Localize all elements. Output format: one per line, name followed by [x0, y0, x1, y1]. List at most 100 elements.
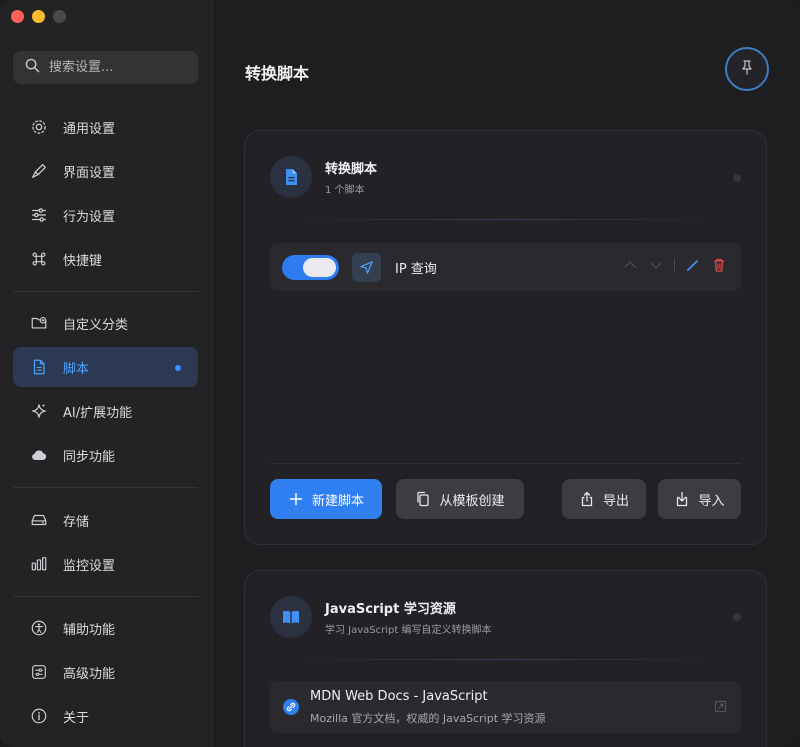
move-up-button[interactable] [622, 257, 638, 273]
sidebar-item-about[interactable]: 关于 [13, 696, 198, 736]
import-icon [677, 491, 688, 507]
zoom-window-button[interactable] [53, 10, 66, 23]
folder-plus-icon [29, 313, 49, 333]
sparkles-icon [29, 401, 49, 421]
scripts-card-header: 转换脚本 1 个脚本 [270, 156, 377, 198]
button-label: 从模板创建 [439, 493, 505, 509]
card-separator [285, 219, 726, 220]
minimize-window-button[interactable] [32, 10, 45, 23]
trash-icon [714, 258, 724, 272]
sidebar-item-label: 脚本 [63, 361, 90, 377]
gear-icon [29, 117, 49, 137]
location-arrow-icon [352, 252, 381, 282]
edit-button[interactable] [685, 257, 701, 273]
script-row-actions [622, 257, 727, 273]
resources-card-header: JavaScript 学习资源 学习 JavaScript 编写自定义转换脚本 [270, 596, 491, 638]
sliders-icon [29, 205, 49, 225]
sidebar-item-label: 辅助功能 [63, 622, 116, 638]
sidebar-item-custom-categories[interactable]: 自定义分类 [13, 303, 198, 343]
button-label: 导出 [602, 493, 629, 509]
scripts-card: 转换脚本 1 个脚本 IP 查询 新建脚本 从模板创建 导出 导入 [244, 130, 767, 545]
page-title: 转换脚本 [245, 64, 310, 83]
document-icon [29, 357, 49, 377]
sidebar: 通用设置 界面设置 行为设置 快捷键 自定义分类 [0, 0, 213, 747]
import-button[interactable]: 导入 [658, 479, 741, 519]
button-label: 导入 [698, 493, 725, 509]
sidebar-item-scripts[interactable]: 脚本 [13, 347, 198, 387]
sidebar-item-label: 界面设置 [63, 165, 116, 181]
sidebar-item-label: 自定义分类 [63, 317, 129, 333]
chevron-down-icon [650, 262, 662, 269]
button-label: 新建脚本 [311, 493, 364, 509]
cloud-icon [29, 445, 49, 465]
advanced-icon [29, 662, 49, 682]
sidebar-divider [13, 487, 198, 488]
sidebar-item-label: 存储 [63, 514, 90, 530]
card-subtitle: 1 个脚本 [325, 185, 365, 196]
info-icon [29, 706, 49, 726]
chevron-up-icon [624, 261, 636, 268]
sidebar-item-shortcuts[interactable]: 快捷键 [13, 239, 198, 279]
actions-divider [674, 257, 675, 273]
sidebar-item-ai-extensions[interactable]: AI/扩展功能 [13, 391, 198, 431]
script-row[interactable]: IP 查询 [270, 243, 741, 291]
move-down-button[interactable] [648, 257, 664, 273]
brush-icon [29, 161, 49, 181]
card-subtitle: 学习 JavaScript 编写自定义转换脚本 [325, 625, 492, 636]
sidebar-item-sync[interactable]: 同步功能 [13, 435, 198, 475]
create-from-template-button[interactable]: 从模板创建 [396, 479, 524, 519]
window-controls [11, 10, 66, 23]
sidebar-item-advanced[interactable]: 高级功能 [13, 652, 198, 692]
resource-title: MDN Web Docs - JavaScript [310, 689, 488, 704]
copy-icon [417, 491, 430, 507]
pin-icon [739, 59, 755, 79]
sidebar-item-label: AI/扩展功能 [63, 405, 133, 421]
sidebar-item-accessibility[interactable]: 辅助功能 [13, 608, 198, 648]
sidebar-item-label: 监控设置 [63, 558, 116, 574]
app-window: 通用设置 界面设置 行为设置 快捷键 自定义分类 [0, 0, 800, 747]
sidebar-item-interface[interactable]: 界面设置 [13, 151, 198, 191]
search-box[interactable] [13, 51, 198, 84]
card-footer-separator [270, 463, 741, 464]
sidebar-item-label: 行为设置 [63, 209, 116, 225]
search-input[interactable] [49, 60, 189, 75]
card-separator [285, 659, 726, 660]
sidebar-item-label: 关于 [63, 710, 90, 726]
pin-button[interactable] [725, 47, 769, 91]
search-icon [25, 58, 40, 77]
resources-card: JavaScript 学习资源 学习 JavaScript 编写自定义转换脚本 … [244, 570, 767, 747]
plus-icon [289, 492, 303, 506]
accessibility-icon [29, 618, 49, 638]
sidebar-divider [13, 596, 198, 597]
script-enable-toggle[interactable] [282, 254, 339, 280]
new-script-button[interactable]: 新建脚本 [270, 479, 382, 519]
export-icon [581, 491, 593, 507]
toggle-knob [303, 257, 336, 277]
sidebar-item-behavior[interactable]: 行为设置 [13, 195, 198, 235]
status-dot [733, 174, 741, 182]
book-icon [270, 596, 312, 638]
sidebar-item-label: 快捷键 [63, 253, 103, 269]
external-link-icon [714, 700, 727, 713]
drive-icon [29, 510, 49, 530]
resource-link-mdn[interactable]: MDN Web Docs - JavaScript Mozilla 官方文档，权… [270, 681, 741, 733]
link-icon [283, 699, 299, 715]
card-title: JavaScript 学习资源 [325, 602, 456, 617]
resource-description: Mozilla 官方文档，权威的 JavaScript 学习资源 [310, 712, 546, 725]
sidebar-item-monitoring[interactable]: 监控设置 [13, 544, 198, 584]
pencil-icon [686, 260, 698, 271]
sidebar-item-general[interactable]: 通用设置 [13, 107, 198, 147]
script-name: IP 查询 [395, 261, 437, 277]
bars-icon [29, 554, 49, 574]
status-dot [733, 613, 741, 621]
sidebar-item-label: 高级功能 [63, 666, 116, 682]
command-icon [29, 249, 49, 269]
sidebar-item-storage[interactable]: 存储 [13, 500, 198, 540]
active-indicator-dot [175, 365, 181, 371]
card-title: 转换脚本 [325, 162, 378, 177]
export-button[interactable]: 导出 [562, 479, 646, 519]
delete-button[interactable] [711, 257, 727, 273]
sidebar-item-label: 通用设置 [63, 121, 116, 137]
document-icon [270, 156, 312, 198]
close-window-button[interactable] [11, 10, 24, 23]
